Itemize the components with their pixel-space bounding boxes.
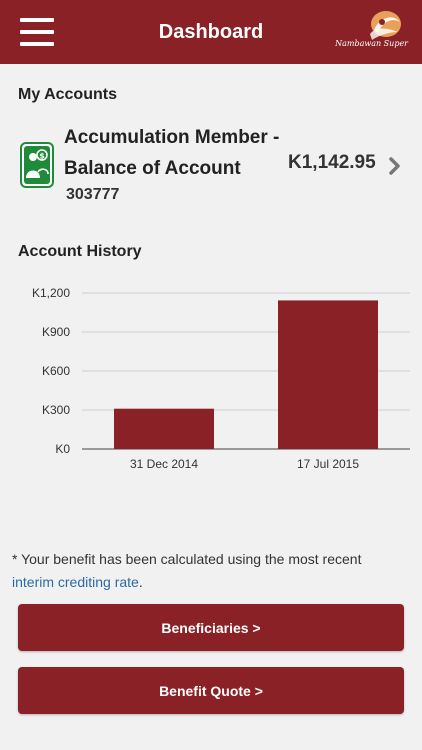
y-tick-label: K1,200 [32,286,70,300]
benefit-quote-button[interactable]: Benefit Quote > [18,667,404,714]
benefit-note-suffix: . [138,574,143,590]
y-tick-label: K600 [42,364,70,378]
account-row[interactable]: $ Accumulation Member - Balance of Accou… [0,112,422,212]
x-tick-label: 17 Jul 2015 [297,457,359,471]
y-tick-label: K0 [55,442,70,456]
account-balance: K1,142.95 [288,152,376,173]
app-header: Dashboard Nambawan Super [0,0,422,64]
account-number: 303777 [66,186,120,203]
bar [278,300,378,449]
my-accounts-heading: My Accounts [18,86,117,103]
account-name: Accumulation Member - Balance of Account [64,127,280,179]
member-balance-icon: $ [20,142,54,188]
y-tick-label: K300 [42,403,70,417]
account-history-heading: Account History [18,243,142,260]
account-history-chart: K0 K300 K600 K900 K1,200 31 Dec 2014 17 Jul 20… [32,286,410,471]
bar [114,408,214,449]
benefit-note-text: * Your benefit has been calculated using… [12,551,362,567]
x-tick-label: 31 Dec 2014 [130,457,198,471]
nambawan-logo-icon [370,11,401,40]
hamburger-menu-icon[interactable] [20,18,54,46]
benefit-note: * Your benefit has been calculated using… [12,548,412,594]
chevron-right-icon[interactable] [388,156,402,176]
interim-crediting-rate-link[interactable]: interim crediting rate [12,574,139,590]
logo-text: Nambawan Super [335,39,408,48]
beneficiaries-button[interactable]: Beneficiaries > [18,604,404,651]
page-title: Dashboard [158,20,264,43]
y-tick-label: K900 [42,325,70,339]
svg-text:$: $ [39,152,45,161]
